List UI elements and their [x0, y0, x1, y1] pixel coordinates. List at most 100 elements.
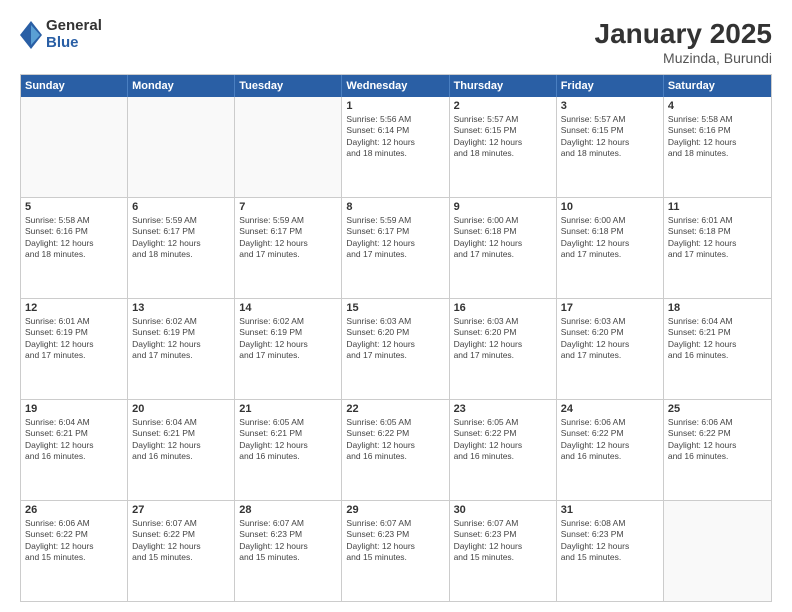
day-number: 25	[668, 403, 767, 415]
day-info: Sunrise: 6:03 AM Sunset: 6:20 PM Dayligh…	[561, 316, 659, 362]
month-title: January 2025	[595, 18, 772, 50]
location: Muzinda, Burundi	[595, 50, 772, 66]
day-info: Sunrise: 6:06 AM Sunset: 6:22 PM Dayligh…	[561, 417, 659, 463]
logo-blue: Blue	[46, 35, 102, 52]
weekday-header: Thursday	[450, 75, 557, 97]
day-number: 28	[239, 504, 337, 516]
day-info: Sunrise: 6:05 AM Sunset: 6:22 PM Dayligh…	[346, 417, 444, 463]
weekday-header: Saturday	[664, 75, 771, 97]
weekday-header: Tuesday	[235, 75, 342, 97]
calendar-row: 12Sunrise: 6:01 AM Sunset: 6:19 PM Dayli…	[21, 298, 771, 399]
day-info: Sunrise: 6:05 AM Sunset: 6:21 PM Dayligh…	[239, 417, 337, 463]
day-info: Sunrise: 5:56 AM Sunset: 6:14 PM Dayligh…	[346, 114, 444, 160]
calendar-body: 1 Sunrise: 5:56 AM Sunset: 6:14 PM Daylig…	[21, 97, 771, 601]
day-info: Sunrise: 6:07 AM Sunset: 6:23 PM Dayligh…	[454, 518, 552, 564]
day-info: Sunrise: 5:57 AM Sunset: 6:15 PM Dayligh…	[561, 114, 659, 160]
day-number: 6	[132, 201, 230, 213]
day-info: Sunrise: 6:08 AM Sunset: 6:23 PM Dayligh…	[561, 518, 659, 564]
calendar-empty-cell	[664, 501, 771, 601]
day-number: 8	[346, 201, 444, 213]
calendar-day-27: 27 Sunrise: 6:07 AM Sunset: 6:22 PM Dayli…	[128, 501, 235, 601]
header: General Blue January 2025 Muzinda, Burun…	[20, 18, 772, 66]
day-info: Sunrise: 6:00 AM Sunset: 6:18 PM Dayligh…	[561, 215, 659, 261]
calendar-day-3: 3 Sunrise: 5:57 AM Sunset: 6:15 PM Daylig…	[557, 97, 664, 197]
day-info: Sunrise: 6:03 AM Sunset: 6:20 PM Dayligh…	[454, 316, 552, 362]
day-number: 20	[132, 403, 230, 415]
day-number: 31	[561, 504, 659, 516]
day-number: 12	[25, 302, 123, 314]
calendar-day-26: 26Sunrise: 6:06 AM Sunset: 6:22 PM Dayli…	[21, 501, 128, 601]
day-info: Sunrise: 6:07 AM Sunset: 6:22 PM Dayligh…	[132, 518, 230, 564]
weekday-header: Sunday	[21, 75, 128, 97]
day-number: 19	[25, 403, 123, 415]
calendar-day-2: 2Sunrise: 5:57 AM Sunset: 6:15 PM Daylig…	[450, 97, 557, 197]
logo-text: General Blue	[46, 18, 102, 51]
calendar-day-11: 11Sunrise: 6:01 AM Sunset: 6:18 PM Dayli…	[664, 198, 771, 298]
day-number: 24	[561, 403, 659, 415]
calendar-empty-cell	[128, 97, 235, 197]
calendar-day-23: 23Sunrise: 6:05 AM Sunset: 6:22 PM Dayli…	[450, 400, 557, 500]
day-info: Sunrise: 5:57 AM Sunset: 6:15 PM Dayligh…	[454, 114, 552, 160]
day-number: 22	[346, 403, 444, 415]
day-number: 14	[239, 302, 337, 314]
day-number: 9	[454, 201, 552, 213]
calendar-day-31: 31 Sunrise: 6:08 AM Sunset: 6:23 PM Dayli…	[557, 501, 664, 601]
calendar-day-5: 5Sunrise: 5:58 AM Sunset: 6:16 PM Daylig…	[21, 198, 128, 298]
day-info: Sunrise: 6:00 AM Sunset: 6:18 PM Dayligh…	[454, 215, 552, 261]
calendar-header: SundayMondayTuesdayWednesdayThursdayFrid…	[21, 75, 771, 97]
calendar-row: 1 Sunrise: 5:56 AM Sunset: 6:14 PM Daylig…	[21, 97, 771, 197]
day-info: Sunrise: 6:02 AM Sunset: 6:19 PM Dayligh…	[239, 316, 337, 362]
calendar-day-15: 15Sunrise: 6:03 AM Sunset: 6:20 PM Dayli…	[342, 299, 449, 399]
calendar-empty-cell	[21, 97, 128, 197]
calendar-day-19: 19 Sunrise: 6:04 AM Sunset: 6:21 PM Dayli…	[21, 400, 128, 500]
calendar-day-6: 6 Sunrise: 5:59 AM Sunset: 6:17 PM Daylig…	[128, 198, 235, 298]
calendar-day-21: 21Sunrise: 6:05 AM Sunset: 6:21 PM Dayli…	[235, 400, 342, 500]
day-number: 3	[561, 100, 659, 112]
day-number: 1	[346, 100, 444, 112]
day-number: 27	[132, 504, 230, 516]
day-number: 17	[561, 302, 659, 314]
calendar-day-14: 14 Sunrise: 6:02 AM Sunset: 6:19 PM Dayli…	[235, 299, 342, 399]
page: General Blue January 2025 Muzinda, Burun…	[0, 0, 792, 612]
calendar-day-30: 30Sunrise: 6:07 AM Sunset: 6:23 PM Dayli…	[450, 501, 557, 601]
day-info: Sunrise: 6:02 AM Sunset: 6:19 PM Dayligh…	[132, 316, 230, 362]
day-number: 7	[239, 201, 337, 213]
calendar-day-10: 10 Sunrise: 6:00 AM Sunset: 6:18 PM Dayli…	[557, 198, 664, 298]
calendar-day-7: 7Sunrise: 5:59 AM Sunset: 6:17 PM Daylig…	[235, 198, 342, 298]
calendar-day-8: 8Sunrise: 5:59 AM Sunset: 6:17 PM Daylig…	[342, 198, 449, 298]
calendar-day-1: 1 Sunrise: 5:56 AM Sunset: 6:14 PM Daylig…	[342, 97, 449, 197]
weekday-header: Wednesday	[342, 75, 449, 97]
calendar-day-18: 18Sunrise: 6:04 AM Sunset: 6:21 PM Dayli…	[664, 299, 771, 399]
calendar-day-16: 16 Sunrise: 6:03 AM Sunset: 6:20 PM Dayli…	[450, 299, 557, 399]
calendar-day-13: 13 Sunrise: 6:02 AM Sunset: 6:19 PM Dayli…	[128, 299, 235, 399]
title-block: January 2025 Muzinda, Burundi	[595, 18, 772, 66]
calendar-empty-cell	[235, 97, 342, 197]
logo: General Blue	[20, 18, 102, 51]
day-number: 10	[561, 201, 659, 213]
day-number: 29	[346, 504, 444, 516]
weekday-header: Monday	[128, 75, 235, 97]
calendar-day-9: 9 Sunrise: 6:00 AM Sunset: 6:18 PM Daylig…	[450, 198, 557, 298]
day-info: Sunrise: 6:07 AM Sunset: 6:23 PM Dayligh…	[239, 518, 337, 564]
calendar-day-4: 4 Sunrise: 5:58 AM Sunset: 6:16 PM Daylig…	[664, 97, 771, 197]
calendar-day-17: 17 Sunrise: 6:03 AM Sunset: 6:20 PM Dayli…	[557, 299, 664, 399]
day-info: Sunrise: 5:59 AM Sunset: 6:17 PM Dayligh…	[132, 215, 230, 261]
calendar-day-24: 24 Sunrise: 6:06 AM Sunset: 6:22 PM Dayli…	[557, 400, 664, 500]
day-number: 13	[132, 302, 230, 314]
calendar-day-29: 29 Sunrise: 6:07 AM Sunset: 6:23 PM Dayli…	[342, 501, 449, 601]
day-info: Sunrise: 6:04 AM Sunset: 6:21 PM Dayligh…	[25, 417, 123, 463]
day-info: Sunrise: 5:58 AM Sunset: 6:16 PM Dayligh…	[668, 114, 767, 160]
day-info: Sunrise: 6:01 AM Sunset: 6:18 PM Dayligh…	[668, 215, 767, 261]
day-number: 23	[454, 403, 552, 415]
calendar-row: 5Sunrise: 5:58 AM Sunset: 6:16 PM Daylig…	[21, 197, 771, 298]
day-info: Sunrise: 6:07 AM Sunset: 6:23 PM Dayligh…	[346, 518, 444, 564]
calendar-day-28: 28 Sunrise: 6:07 AM Sunset: 6:23 PM Dayli…	[235, 501, 342, 601]
logo-icon	[20, 21, 42, 49]
weekday-header: Friday	[557, 75, 664, 97]
day-number: 16	[454, 302, 552, 314]
logo-general: General	[46, 18, 102, 35]
day-info: Sunrise: 6:06 AM Sunset: 6:22 PM Dayligh…	[25, 518, 123, 564]
day-number: 5	[25, 201, 123, 213]
day-number: 4	[668, 100, 767, 112]
calendar-row: 26Sunrise: 6:06 AM Sunset: 6:22 PM Dayli…	[21, 500, 771, 601]
